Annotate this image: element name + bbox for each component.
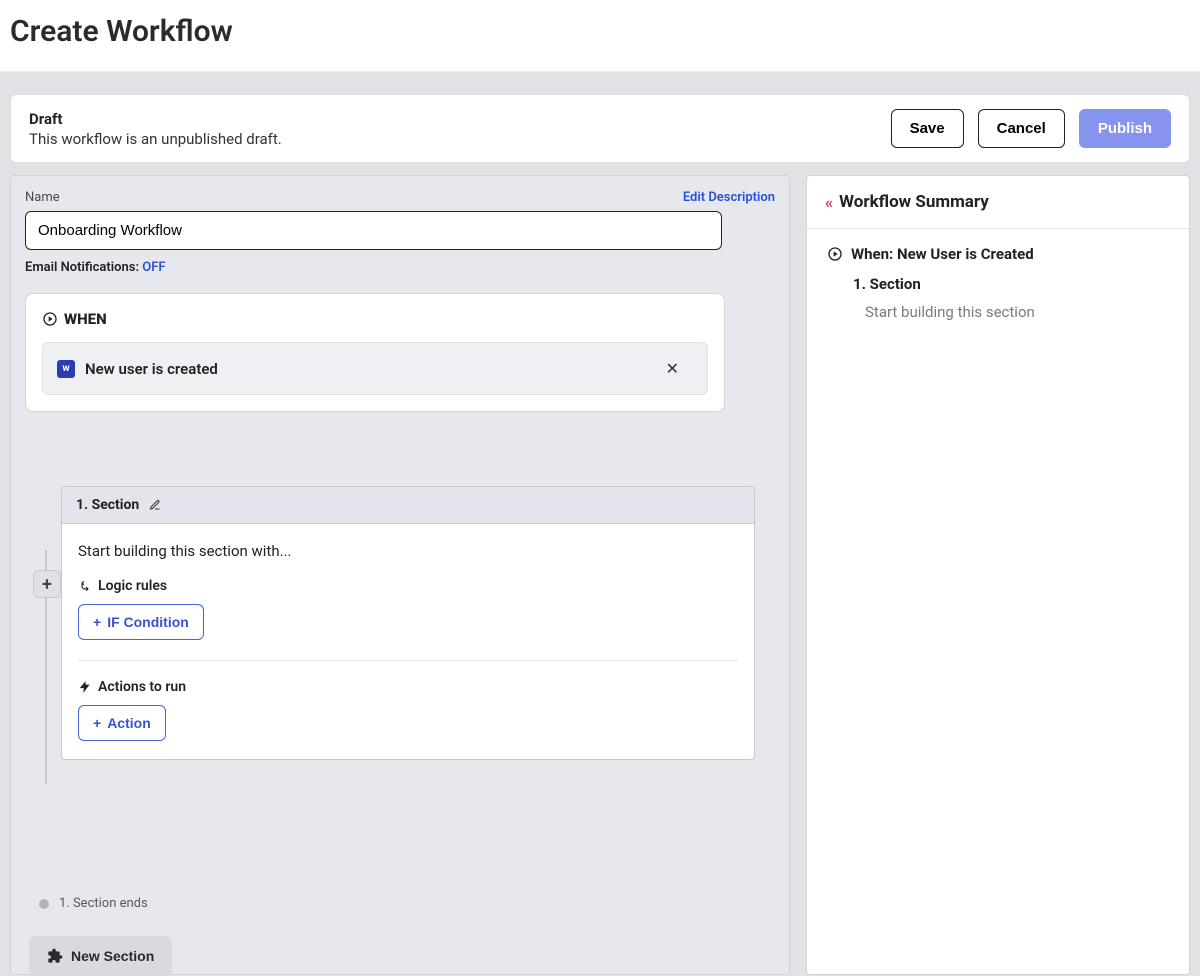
play-icon [42,311,58,327]
actions-to-run-text: Actions to run [98,679,186,695]
separator [78,660,738,661]
summary-section-text: 1. Section [853,275,921,293]
trigger-text: New user is created [85,360,648,378]
summary-when-row[interactable]: When: New User is Created [827,245,1169,263]
edit-icon[interactable] [149,499,161,511]
remove-trigger-button[interactable]: ✕ [658,355,687,382]
add-step-button[interactable]: + [33,570,61,598]
page-title: Create Workflow [10,14,1190,49]
email-notifications-label: Email Notifications: [25,260,139,275]
if-condition-text: IF Condition [107,614,189,630]
when-heading-text: WHEN [64,310,107,328]
summary-when-text: When: New User is Created [851,245,1034,263]
edit-description-link[interactable]: Edit Description [683,190,775,205]
timeline-dot-icon [39,899,49,909]
collapse-summary-icon[interactable]: « [825,193,829,212]
play-icon [827,246,843,262]
plus-icon: + [93,614,101,630]
status-title: Draft [29,110,891,128]
email-notifications-row: Email Notifications: OFF [25,260,775,275]
status-info: Draft This workflow is an unpublished dr… [29,110,891,148]
lightning-icon [78,680,92,694]
trigger-pill[interactable]: w New user is created ✕ [42,342,708,395]
summary-section-hint: Start building this section [865,303,1169,321]
content-area: Name Edit Description Email Notification… [10,175,1190,975]
summary-header: « Workflow Summary [807,176,1189,229]
actions-to-run-label: Actions to run [78,679,738,695]
save-button[interactable]: Save [891,109,964,148]
status-bar: Draft This workflow is an unpublished dr… [10,94,1190,163]
section-header[interactable]: 1. Section [62,487,754,524]
page-title-bar: Create Workflow [0,0,1200,72]
publish-button[interactable]: Publish [1079,109,1171,148]
section-ends-text: 1. Section ends [59,896,148,911]
add-if-condition-button[interactable]: + IF Condition [78,604,204,640]
name-label: Name [25,190,60,205]
logic-rules-text: Logic rules [98,578,167,594]
when-heading: WHEN [42,310,708,328]
when-card: WHEN w New user is created ✕ [25,293,725,412]
workflow-name-input[interactable] [25,211,722,250]
summary-section-row[interactable]: 1. Section [853,275,1169,293]
puzzle-icon [47,948,63,964]
app-icon: w [57,360,75,378]
status-actions: Save Cancel Publish [891,109,1171,148]
section-hint: Start building this section with... [78,542,738,560]
status-subtitle: This workflow is an unpublished draft. [29,130,891,148]
section-body: Start building this section with... Logi… [62,524,754,759]
logic-icon [78,579,92,593]
name-row: Name Edit Description [25,190,775,205]
summary-panel: « Workflow Summary When: New User is Cre… [806,175,1190,975]
plus-icon: + [93,715,101,731]
summary-body: When: New User is Created 1. Section Sta… [807,229,1189,337]
new-section-button[interactable]: New Section [29,936,172,976]
new-section-text: New Section [71,948,154,964]
summary-title: Workflow Summary [839,192,989,212]
email-notifications-toggle[interactable]: OFF [142,260,165,275]
action-text: Action [107,715,151,731]
section-ends-marker: 1. Section ends [39,896,148,911]
logic-rules-label: Logic rules [78,578,738,594]
editor-panel: Name Edit Description Email Notification… [10,175,790,975]
add-action-button[interactable]: + Action [78,705,166,741]
section-header-label: 1. Section [76,497,139,513]
section-card: 1. Section Start building this section w… [61,486,755,760]
cancel-button[interactable]: Cancel [978,109,1065,148]
